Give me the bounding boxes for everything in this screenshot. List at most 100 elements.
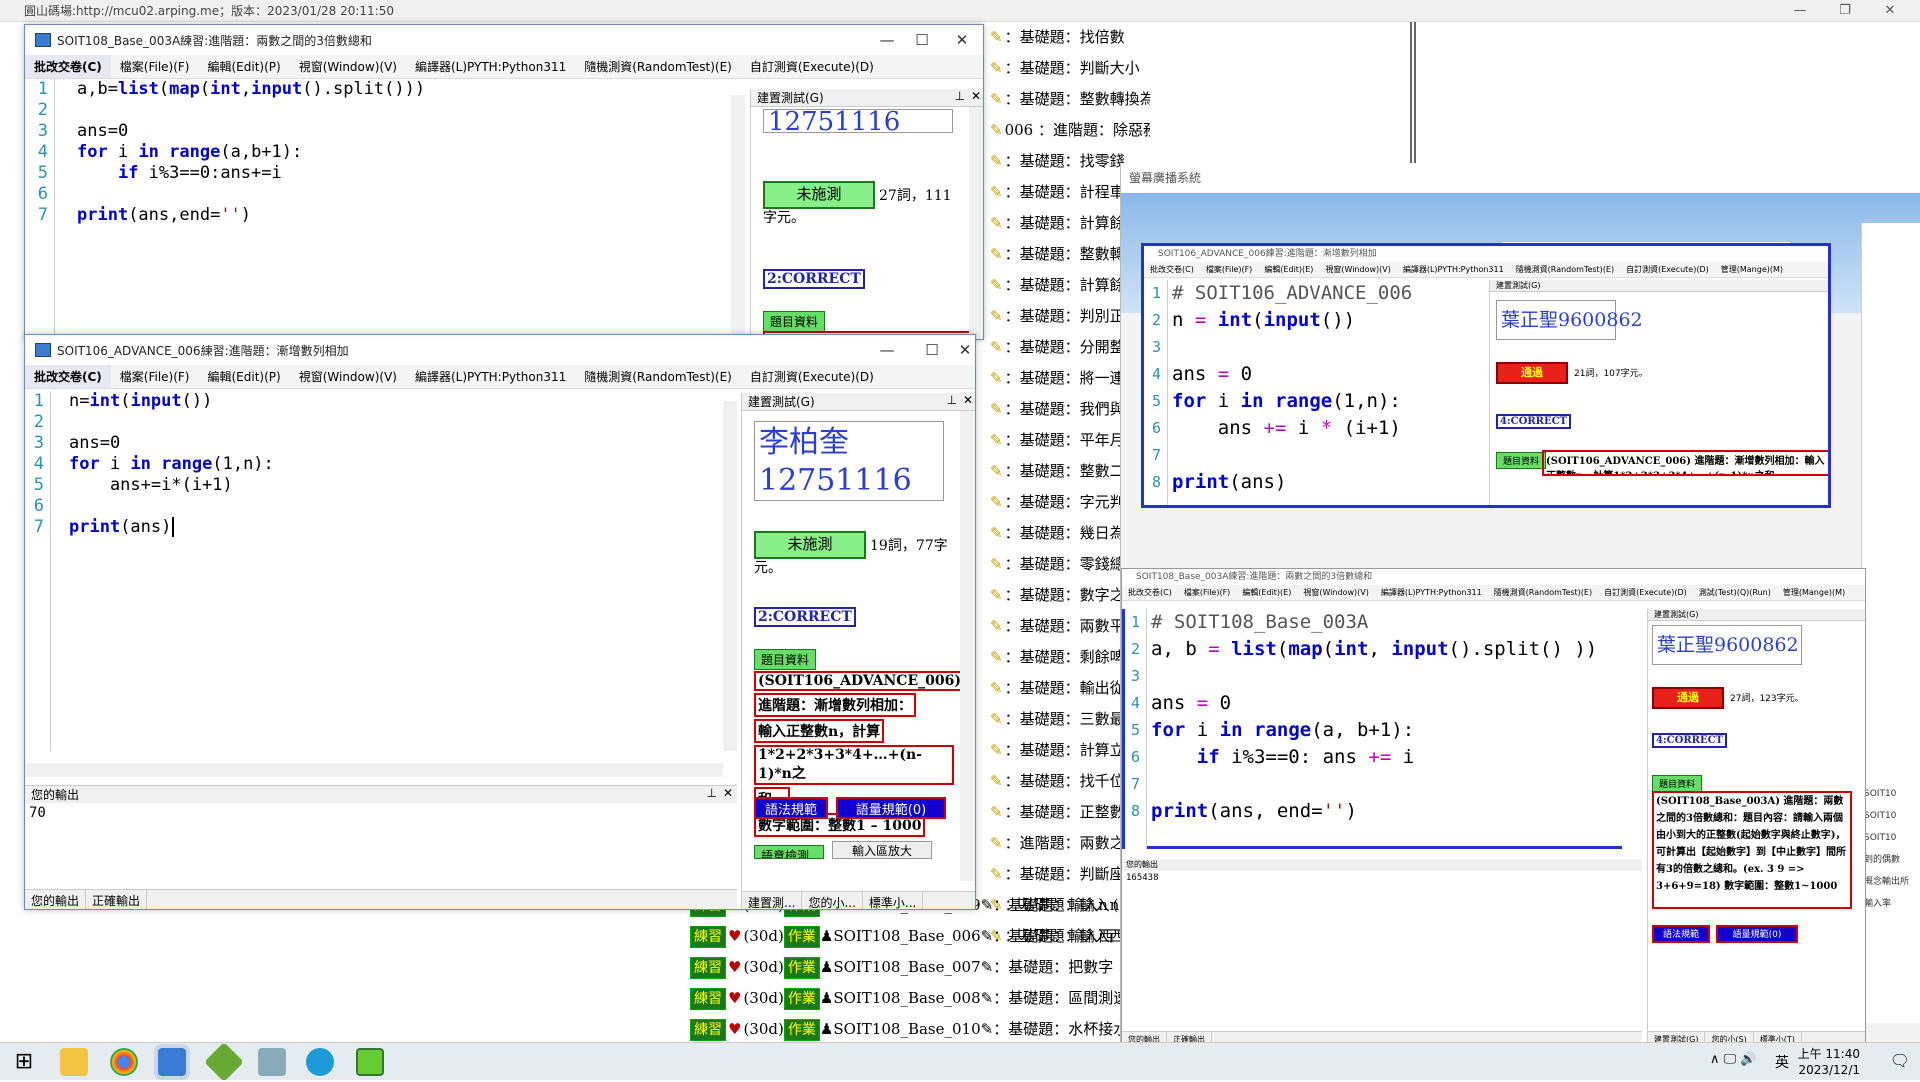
- list-item-label: ：基礎題：找倍數: [1004, 28, 1125, 46]
- edge-icon[interactable]: [306, 1048, 334, 1076]
- semantic-check-button[interactable]: 語意檢測: [754, 845, 824, 859]
- menu-item[interactable]: 隨機測資(RandomTest)(E): [1488, 587, 1598, 598]
- menu-item[interactable]: 檔案(File)(F): [111, 365, 199, 388]
- menu-item[interactable]: 視窗(Window)(V): [290, 55, 406, 78]
- window-title-bar[interactable]: SOIT106_ADVANCE_006練習:進階題：漸增數列相加 — ☐ ✕: [25, 335, 975, 365]
- maximize-button[interactable]: ☐: [900, 25, 944, 55]
- tab[interactable]: 您的小(S): [1705, 1032, 1754, 1042]
- menu-item[interactable]: 自訂測資(Execute)(D): [1598, 587, 1693, 598]
- list-item[interactable]: ✎：基礎題：整數轉換為等級: [990, 84, 1150, 115]
- panel-scrollbar[interactable]: [960, 411, 974, 881]
- menu-item[interactable]: 編輯(Edit)(P): [199, 55, 290, 78]
- tab[interactable]: 您的輸出: [25, 890, 87, 909]
- system-tray[interactable]: ∧ 🖵 🔊: [1710, 1052, 1757, 1067]
- menu-item[interactable]: 測試(Test)(Q)(Run): [1693, 587, 1777, 598]
- tab[interactable]: 您的小...: [802, 892, 863, 909]
- practice-tag[interactable]: 練習: [690, 925, 726, 948]
- close-button[interactable]: ✕: [940, 25, 983, 55]
- menu-item[interactable]: 編譯器(L)PYTH:Python311: [1375, 587, 1488, 598]
- menu-item[interactable]: 編輯(Edit)(E): [1236, 587, 1297, 598]
- code-text[interactable]: n=int(input()) ans=0 for i in range(1,n)…: [69, 391, 274, 538]
- clock[interactable]: 上午 11:40 2023/12/1: [1798, 1046, 1860, 1078]
- file-explorer-icon[interactable]: [60, 1048, 88, 1076]
- practice-tag[interactable]: 練習: [690, 1018, 726, 1041]
- menu-item[interactable]: 編譯器(L)PYTH:Python311: [1397, 264, 1510, 275]
- maximize-button[interactable]: ☐: [910, 335, 954, 365]
- practice-tag[interactable]: 練習: [690, 987, 726, 1010]
- syntax-rules-button[interactable]: 語法規範: [754, 797, 828, 819]
- editor-scrollbar[interactable]: [723, 401, 737, 751]
- vocab-rules-button[interactable]: 語量規範(0): [836, 797, 946, 819]
- minimize-button[interactable]: —: [1780, 0, 1820, 22]
- list-item-label: ：基礎題：判斷大小: [1004, 59, 1140, 77]
- network-app-icon[interactable]: [258, 1048, 286, 1076]
- menu-bar: 批改交卷(C) 檔案(File)(F) 編輯(Edit)(P) 視窗(Window)(…: [25, 365, 975, 389]
- minimize-button[interactable]: —: [865, 335, 909, 365]
- tab[interactable]: 正確輸出: [86, 890, 148, 909]
- editor-scrollbar[interactable]: [731, 95, 745, 339]
- editor-app-icon[interactable]: [158, 1048, 186, 1076]
- tab[interactable]: 正確輸出: [1167, 1032, 1212, 1042]
- menu-item[interactable]: 管理(Mange)(M): [1777, 587, 1851, 598]
- chrome-icon[interactable]: [110, 1048, 138, 1076]
- homework-tag[interactable]: 作業: [783, 1018, 820, 1041]
- list-item[interactable]: ✎ ：基礎題：判斷大小: [990, 53, 1150, 84]
- assignment-row[interactable]: 練習 ♥ (30d) 作業 ♟ SOIT108_Base_010 ✎ ：基礎題：水杯接水: [690, 1014, 1190, 1045]
- menu-item[interactable]: 自訂測資(Execute)(D): [741, 55, 883, 78]
- menu-item[interactable]: 隨機測資(RandomTest)(E): [1510, 264, 1620, 275]
- menu-item[interactable]: 管理(Mange)(M): [1715, 264, 1789, 275]
- editor-hscrollbar[interactable]: [25, 763, 723, 777]
- start-menu-icon[interactable]: ⊞: [10, 1048, 38, 1076]
- ime-indicator[interactable]: 英: [1775, 1052, 1789, 1072]
- enlarge-input-button[interactable]: 輸入區放大: [832, 841, 932, 859]
- menu-item[interactable]: 批改交卷(C): [25, 365, 111, 388]
- menu-item[interactable]: 批改交卷(C): [1122, 587, 1178, 598]
- tab[interactable]: 標準小...: [863, 892, 924, 909]
- lightbulb-icon: ✎: [990, 679, 1003, 697]
- code-editor[interactable]: 1234567 a,b=list(map(int,input().split()…: [25, 79, 745, 339]
- tab[interactable]: 您的輸出: [1122, 1032, 1167, 1042]
- homework-tag[interactable]: 作業: [783, 987, 820, 1010]
- heart-icon: ♥: [728, 927, 742, 945]
- remote-output-tabs: 您的輸出 正確輸出: [1122, 1031, 1642, 1042]
- menu-item[interactable]: 隨機測資(RandomTest)(E): [575, 365, 741, 388]
- homework-tag[interactable]: 作業: [783, 956, 820, 979]
- menu-item[interactable]: 自訂測資(Execute)(D): [741, 365, 883, 388]
- code-editor[interactable]: 1234567 n=int(input()) ans=0 for i in ra…: [25, 391, 737, 751]
- practice-tag[interactable]: 練習: [690, 956, 726, 979]
- list-item[interactable]: ✎006 ：進階題：除惡務盡: [990, 115, 1150, 146]
- panel-scrollbar[interactable]: [969, 107, 983, 339]
- menu-item[interactable]: 檔案(File)(F): [1200, 264, 1258, 275]
- menu-item[interactable]: 檔案(File)(F): [111, 55, 199, 78]
- tab[interactable]: 建置測...: [742, 892, 803, 909]
- tab[interactable]: 建置測試(G): [1648, 1032, 1706, 1042]
- window-title-bar[interactable]: SOIT108_Base_003A練習:進階題：兩數之間的3倍數總和 — ☐ ✕: [25, 25, 983, 55]
- close-button[interactable]: ✕: [953, 335, 975, 365]
- notification-icon[interactable]: 🗨: [1890, 1051, 1910, 1070]
- homework-tag[interactable]: 作業: [783, 925, 820, 948]
- menu-item[interactable]: 編譯器(L)PYTH:Python311: [406, 365, 575, 388]
- assignment-row[interactable]: 練習 ♥ (30d) 作業 ♟ SOIT108_Base_008 ✎ ：基礎題：區間測速: [690, 983, 1190, 1014]
- menu-item[interactable]: 自訂測資(Execute)(D): [1620, 264, 1715, 275]
- menu-item[interactable]: 編輯(Edit)(E): [1258, 264, 1319, 275]
- code-text[interactable]: a,b=list(map(int,input().split())) ans=0…: [77, 79, 425, 226]
- menu-item[interactable]: 編輯(Edit)(P): [199, 365, 290, 388]
- notepad-icon[interactable]: [356, 1048, 384, 1076]
- close-button[interactable]: ✕: [1870, 0, 1910, 22]
- menu-item[interactable]: 批改交卷(C): [1144, 264, 1200, 275]
- git-app-icon[interactable]: [204, 1042, 244, 1082]
- list-item[interactable]: ✎ ：基礎題：找倍數: [990, 22, 1150, 53]
- menu-item[interactable]: 視窗(Window)(V): [290, 365, 406, 388]
- menu-item[interactable]: 視窗(Window)(V): [1297, 587, 1375, 598]
- tab[interactable]: 標準小(T): [1754, 1032, 1802, 1042]
- assignment-row[interactable]: 練習 ♥ (30d) 作業 ♟ SOIT108_Base_006 ✎ ：基礎題：輸入西: [690, 921, 1190, 952]
- menu-item[interactable]: 視窗(Window)(V): [1319, 264, 1397, 275]
- menu-item[interactable]: 隨機測資(RandomTest)(E): [575, 55, 741, 78]
- menu-item[interactable]: 批改交卷(C): [25, 55, 111, 78]
- menu-item[interactable]: 編譯器(L)PYTH:Python311: [406, 55, 575, 78]
- problem-info-button[interactable]: 題目資料: [763, 311, 826, 332]
- assignment-row[interactable]: 練習 ♥ (30d) 作業 ♟ SOIT108_Base_007 ✎ ：基礎題：把數字: [690, 952, 1190, 983]
- restore-button[interactable]: ❐: [1825, 0, 1865, 22]
- menu-item[interactable]: 檔案(File)(F): [1178, 587, 1236, 598]
- problem-info-button[interactable]: 題目資料: [754, 649, 817, 670]
